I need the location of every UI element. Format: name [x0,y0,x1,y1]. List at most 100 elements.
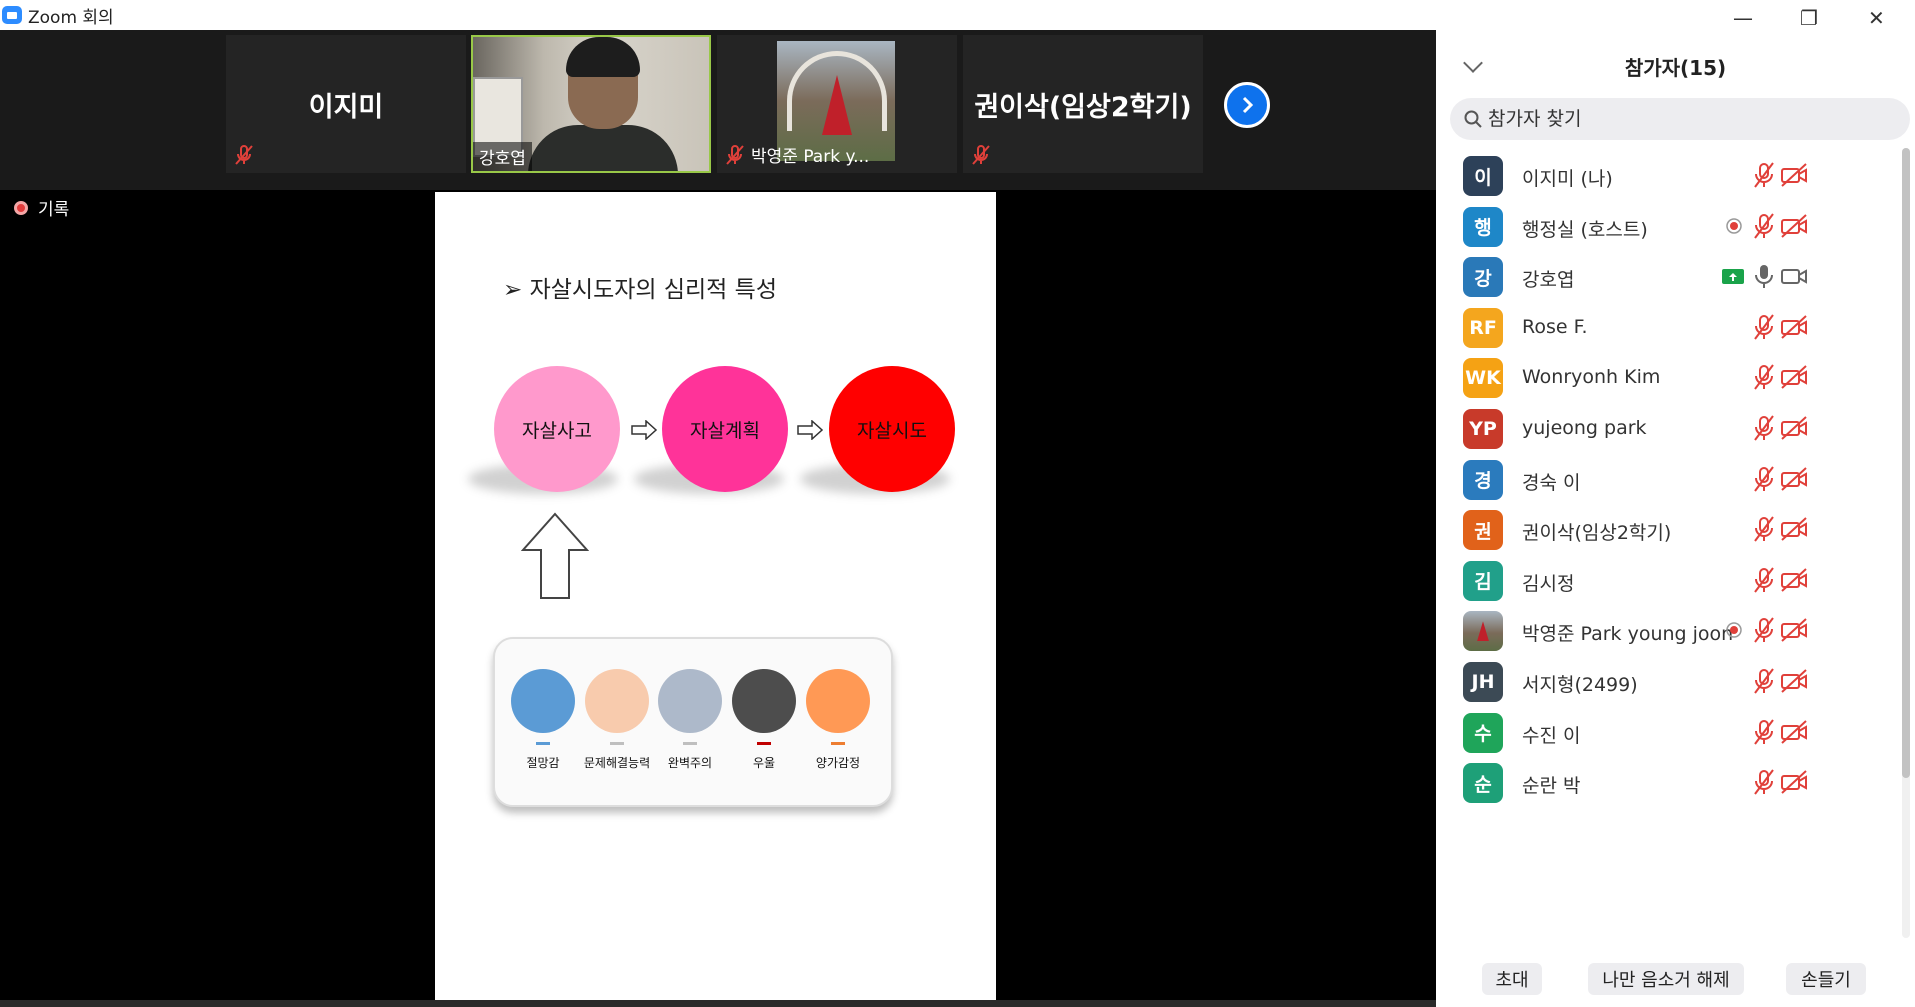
gallery-next-button[interactable] [1224,82,1270,128]
participant-name: yujeong park [1522,417,1647,439]
recording-icon [1720,617,1748,643]
avatar: 권 [1463,510,1503,551]
video-tile-kanghoyeop[interactable]: 강호엽 [471,35,711,173]
avatar [1463,611,1503,652]
factor-label: 완벽주의 [667,756,713,770]
window-title: Zoom 회의 [28,7,114,28]
avatar: WK [1463,358,1503,399]
video-tile-parkyoungjoon[interactable]: 박영준 Park y... [717,35,957,173]
mic-off-icon [972,145,990,165]
mic-icon [1750,263,1778,289]
camera-off-icon [1780,364,1808,390]
close-button[interactable]: ✕ [1868,6,1885,30]
meeting-stage: 이지미 강호엽 박영준 Park y... 권이삭(임상2학기) 기록 ➢ 자살… [0,30,1436,1007]
avatar: 김 [1463,560,1503,601]
camera-off-icon [1780,466,1808,492]
avatar: JH [1463,662,1503,702]
avatar: YP [1463,409,1503,449]
mic-off-icon [1750,415,1778,441]
participant-name: 이지미 (나) [1522,168,1613,190]
screen-share-icon [1720,263,1748,289]
slide-heading-text: 자살시도자의 심리적 특성 [529,277,777,303]
factors-box: 절망감 문제해결능력 완벽주의 우울 양가감정 [493,637,893,807]
camera-icon [1780,263,1808,289]
avatar: 수 [1463,712,1503,753]
camera-off-icon [1780,516,1808,542]
camera-off-icon [1780,162,1808,188]
participant-name: 박영준 Park young joon [1522,623,1734,646]
unmute-me-button[interactable]: 나만 음소거 해제 [1588,963,1744,995]
participant-name: Wonryonh Kim [1522,366,1661,389]
avatar: RF [1463,307,1503,348]
stage-circle-ideation: 자살사고 [494,366,620,492]
tile-name: 권이삭(임상2학기) [974,92,1192,123]
tile-name: 강호엽 [473,142,532,171]
gallery-strip: 이지미 강호엽 박영준 Park y... 권이삭(임상2학기) [0,30,1436,190]
participant-list: 이 이지미 (나) 행 행정실 (호스트) 강 강호엽 RF Rose F. WK Wonryon… [1436,146,1896,936]
participant-row[interactable]: 순 순란 박 [1436,753,1896,813]
arrow-right-icon [797,420,823,440]
camera-off-icon [1780,719,1808,745]
factor-label: 문제해결능력 [583,756,651,770]
camera-off-icon [1780,415,1808,441]
mic-off-icon [1750,314,1778,340]
shared-slide: ➢ 자살시도자의 심리적 특성 자살사고 자살계획 자살시도 절망감 문제해결능… [435,192,996,1005]
participant-name: 서지형(2499) [1522,674,1638,696]
mic-off-icon [1750,212,1778,239]
factor-ambivalence [806,669,870,733]
tile-name: 이지미 [308,92,384,123]
participants-panel: — ❐ ✕ 참가자(15) 이 이지미 (나) 행 행정실 (호스트) 강 강호엽 RF Ro… [1436,0,1915,1007]
recording-indicator: 기록 [14,195,69,220]
avatar: 이 [1463,156,1503,196]
factor-hopelessness [511,669,575,733]
mic-off-icon [1750,668,1778,694]
participant-name: 권이삭(임상2학기) [1522,522,1672,545]
invite-button[interactable]: 초대 [1482,963,1542,995]
mic-off-icon [1750,567,1778,593]
camera-off-icon [1780,314,1808,340]
participant-name: Rose F. [1522,315,1588,338]
camera-off-icon [1780,668,1808,694]
camera-off-icon [1780,617,1808,643]
mic-off-icon [1750,617,1778,643]
camera-off-icon [1780,567,1808,593]
restore-button[interactable]: ❐ [1800,6,1818,30]
raise-hand-button[interactable]: 손들기 [1786,963,1866,995]
avatar: 경 [1463,459,1503,500]
factor-problem-solving [585,669,649,733]
chevron-right-icon [1242,96,1254,114]
video-tile-ijimi[interactable]: 이지미 [226,35,466,173]
search-input[interactable] [1488,108,1888,130]
recording-label: 기록 [38,200,70,220]
participant-name: 김시정 [1522,572,1575,595]
factor-label: 우울 [752,756,776,770]
tile-name: 박영준 Park y... [751,147,870,167]
factor-label: 양가감정 [815,756,861,770]
search-icon [1464,110,1482,128]
slide-heading: ➢ 자살시도자의 심리적 특성 [503,277,777,303]
factor-perfectionism [658,669,722,733]
mic-off-icon [1750,718,1778,745]
participant-name: 순란 박 [1522,775,1581,798]
mic-off-icon [1750,516,1778,542]
arrow-right-icon [631,420,657,440]
participant-name: 행정실 (호스트) [1522,218,1648,241]
stage-circle-plan: 자살계획 [662,366,788,492]
video-tile-kwonisak[interactable]: 권이삭(임상2학기) [963,35,1203,173]
participant-name: 강호엽 [1522,269,1575,292]
record-icon [14,200,28,215]
stage-circle-attempt: 자살시도 [829,366,955,492]
mic-off-icon [1750,364,1778,390]
avatar: 강 [1463,257,1503,298]
title-bar: Zoom 회의 [0,0,1436,30]
participant-name: 경숙 이 [1522,471,1581,494]
scrollbar[interactable] [1902,148,1910,778]
factor-label: 절망감 [526,756,560,770]
camera-off-icon [1780,769,1808,795]
arrow-up-icon [521,512,589,599]
avatar: 순 [1463,763,1503,804]
recording-icon [1720,213,1748,239]
minimize-button[interactable]: — [1733,6,1753,30]
zoom-logo-icon [2,6,22,24]
participant-search[interactable] [1450,98,1910,140]
